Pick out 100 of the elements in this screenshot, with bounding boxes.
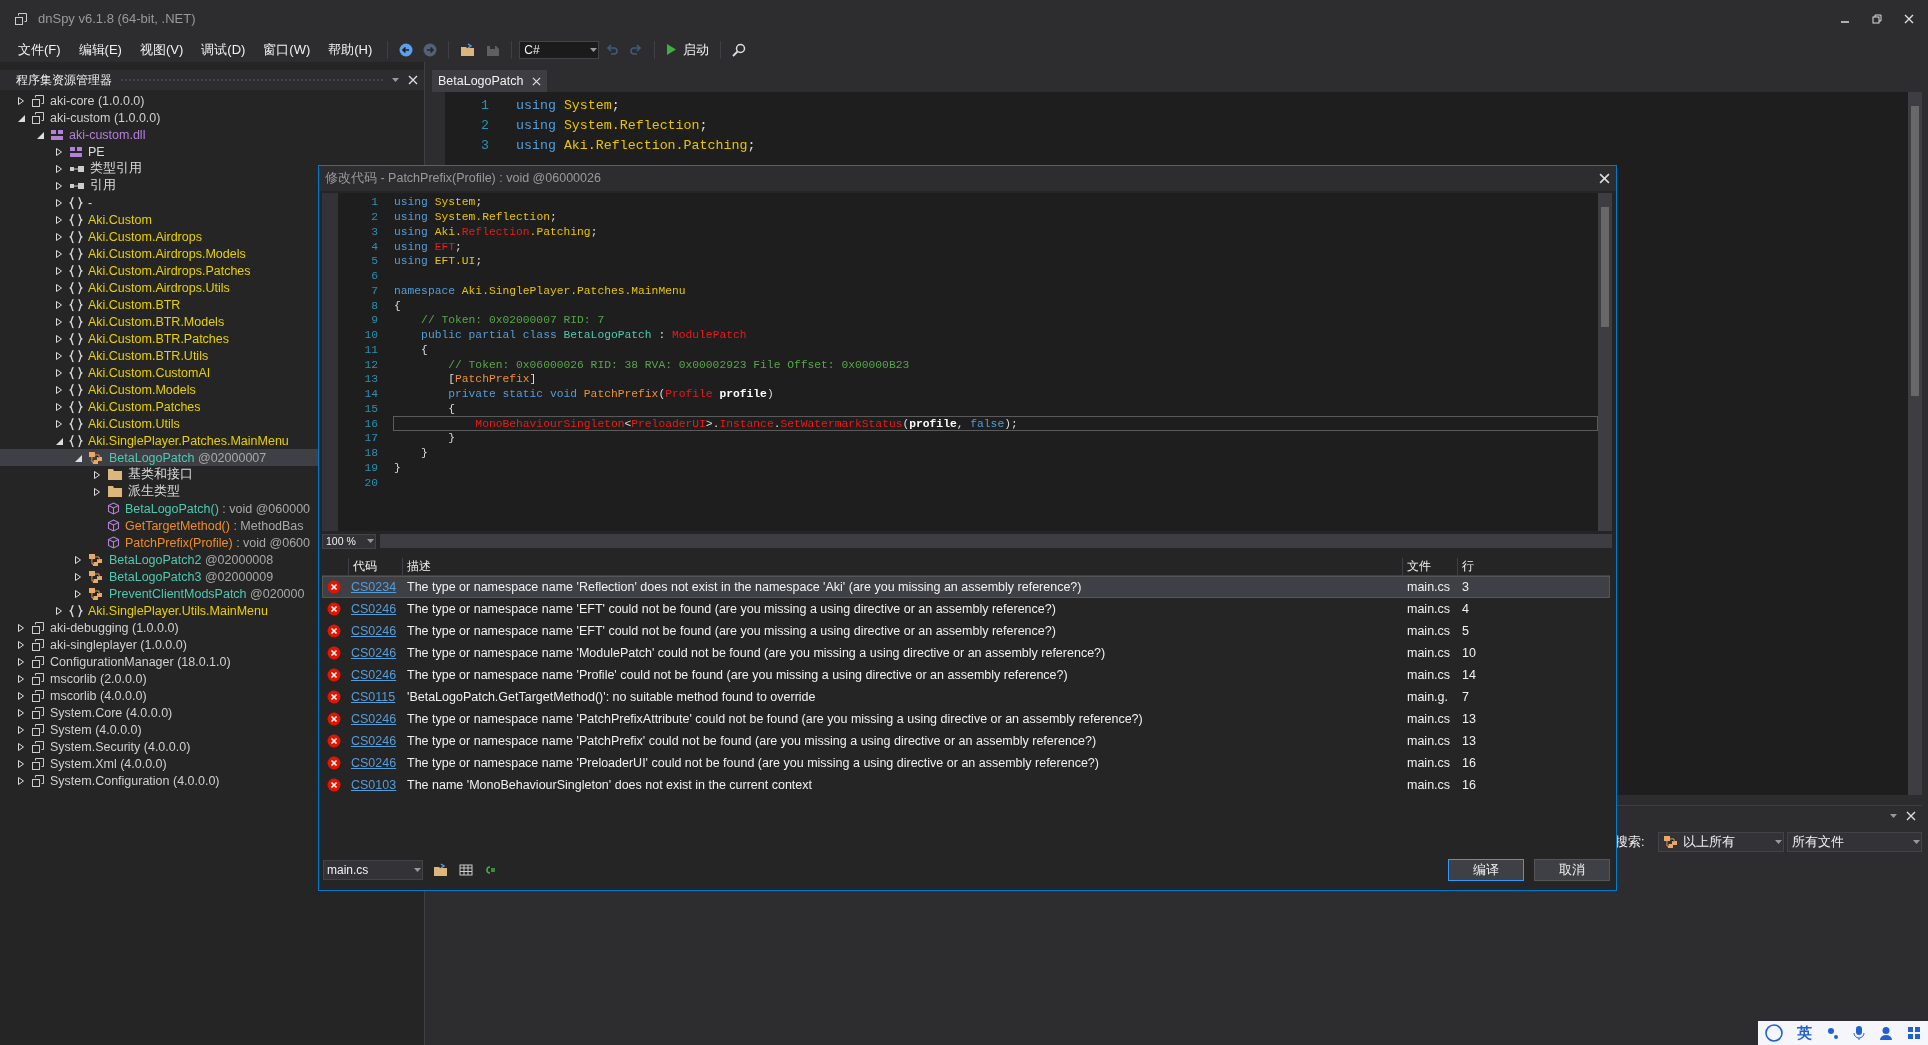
error-code-link[interactable]: CS0246 xyxy=(349,624,403,638)
collapsed-arrow-icon[interactable] xyxy=(16,639,26,650)
error-row[interactable]: CS0115 'BetaLogoPatch.GetTargetMethod()': no suitable method found to override main.g. 7 xyxy=(322,686,1610,708)
collapsed-arrow-icon[interactable] xyxy=(16,622,26,633)
menu-item[interactable]: 编辑(E) xyxy=(70,38,130,61)
code-file-icon[interactable] xyxy=(483,864,497,876)
collapsed-arrow-icon[interactable] xyxy=(54,231,64,242)
collapsed-arrow-icon[interactable] xyxy=(54,350,64,361)
ime-mode[interactable]: 英 xyxy=(1796,1023,1812,1043)
files-combo[interactable]: 所有文件 xyxy=(1787,832,1922,852)
line-number: 16 xyxy=(363,417,378,430)
scrollbar[interactable] xyxy=(1598,193,1612,531)
restore-icon[interactable] xyxy=(1872,13,1882,24)
line-number: 1 xyxy=(370,196,378,209)
apps-grid-icon[interactable] xyxy=(1907,1026,1922,1040)
error-code-link[interactable]: CS0246 xyxy=(349,734,403,748)
collapsed-arrow-icon[interactable] xyxy=(54,282,64,293)
error-row[interactable]: CS0246 The type or namespace name 'PatchPrefixAttribute' could not be found (are you missing a using directive or an assembly reference?) main.cs 13 xyxy=(322,708,1610,730)
language-combo[interactable]: C# xyxy=(519,40,600,59)
ime-logo-icon[interactable] xyxy=(1764,1024,1783,1042)
grid-icon[interactable] xyxy=(459,864,473,876)
close-icon[interactable] xyxy=(1599,173,1610,184)
collapsed-arrow-icon[interactable] xyxy=(73,571,83,582)
collapsed-arrow-icon[interactable] xyxy=(92,486,102,497)
error-row[interactable]: CS0234 The type or namespace name 'Reflection' does not exist in the namespace 'Aki' (are you missing an assembly reference?) main.cs 3 xyxy=(322,576,1610,598)
collapsed-arrow-icon[interactable] xyxy=(54,146,64,157)
collapsed-arrow-icon[interactable] xyxy=(16,673,26,684)
menu-item[interactable]: 帮助(H) xyxy=(320,38,381,61)
editor-tab[interactable]: BetaLogoPatch xyxy=(432,70,547,92)
zoom-combo[interactable]: 100 % xyxy=(322,533,376,549)
collapsed-arrow-icon[interactable] xyxy=(54,316,64,327)
menu-item[interactable]: 调试(D) xyxy=(193,38,254,61)
run-button[interactable]: 启动 xyxy=(662,38,714,61)
collapsed-arrow-icon[interactable] xyxy=(92,469,102,480)
tree-item[interactable]: BetaLogoPatch() : void @060000 xyxy=(0,500,424,517)
error-row[interactable]: CS0103 The name 'MonoBehaviourSingleton' does not exist in the current context main.cs 16 xyxy=(322,774,1610,796)
close-icon[interactable] xyxy=(1906,811,1916,821)
collapsed-arrow-icon[interactable] xyxy=(16,707,26,718)
collapsed-arrow-icon[interactable] xyxy=(54,367,64,378)
menu-item[interactable]: 窗口(W) xyxy=(255,38,319,61)
cancel-button[interactable]: 取消 xyxy=(1534,859,1610,881)
column-header[interactable]: 描述 xyxy=(402,557,1402,575)
scope-combo[interactable]: 以上所有 xyxy=(1658,832,1784,852)
collapsed-arrow-icon[interactable] xyxy=(54,265,64,276)
error-row[interactable]: CS0246 The type or namespace name 'Profile' could not be found (are you missing a using directive or an assembly reference?) main.cs 14 xyxy=(322,664,1610,686)
collapsed-arrow-icon[interactable] xyxy=(73,554,83,565)
collapsed-arrow-icon[interactable] xyxy=(54,299,64,310)
collapsed-arrow-icon[interactable] xyxy=(16,656,26,667)
column-header[interactable]: 行 xyxy=(1457,557,1610,575)
microphone-icon[interactable] xyxy=(1853,1025,1866,1041)
collapsed-arrow-icon[interactable] xyxy=(54,197,64,208)
collapsed-arrow-icon[interactable] xyxy=(16,741,26,752)
code-line: // Token: 0x02000007 RID: 7 xyxy=(420,313,606,328)
tree-item[interactable]: GetTargetMethod() : MethodBas xyxy=(0,517,424,534)
collapsed-arrow-icon[interactable] xyxy=(16,95,26,106)
error-code-link[interactable]: CS0234 xyxy=(349,580,403,594)
error-code-link[interactable]: CS0246 xyxy=(349,756,403,770)
compile-button[interactable]: 编译 xyxy=(1448,859,1524,881)
error-row[interactable]: CS0246 The type or namespace name 'EFT' could not be found (are you missing a using directive or an assembly reference?) main.cs 5 xyxy=(322,620,1610,642)
collapsed-arrow-icon[interactable] xyxy=(16,690,26,701)
error-code-link[interactable]: CS0246 xyxy=(349,712,403,726)
error-code-link[interactable]: CS0246 xyxy=(349,602,403,616)
column-header[interactable]: 文件 xyxy=(1402,557,1457,575)
collapsed-arrow-icon[interactable] xyxy=(54,180,64,191)
close-icon[interactable] xyxy=(531,76,541,86)
error-row[interactable]: CS0246 The type or namespace name 'EFT' could not be found (are you missing a using directive or an assembly reference?) main.cs 4 xyxy=(322,598,1610,620)
close-icon[interactable] xyxy=(408,75,418,85)
collapsed-arrow-icon[interactable] xyxy=(54,333,64,344)
tree-item[interactable]: PE xyxy=(0,143,424,160)
error-code-link[interactable]: CS0246 xyxy=(349,668,403,682)
user-icon[interactable] xyxy=(1879,1026,1894,1040)
collapsed-arrow-icon[interactable] xyxy=(54,384,64,395)
collapsed-arrow-icon[interactable] xyxy=(16,775,26,786)
collapsed-arrow-icon[interactable] xyxy=(16,758,26,769)
horizontal-scrollbar[interactable] xyxy=(380,534,1612,548)
menu-item[interactable]: 视图(V) xyxy=(131,38,192,61)
error-row[interactable]: CS0246 The type or namespace name 'PreloaderUI' could not be found (are you missing a using directive or an assembly reference?) main.cs 16 xyxy=(322,752,1610,774)
error-code-link[interactable]: CS0115 xyxy=(349,690,403,704)
collapsed-arrow-icon[interactable] xyxy=(16,724,26,735)
collapsed-arrow-icon[interactable] xyxy=(54,418,64,429)
error-row[interactable]: CS0246 The type or namespace name 'PatchPrefix' could not be found (are you missing a using directive or an assembly reference?) main.cs 13 xyxy=(322,730,1610,752)
collapsed-arrow-icon[interactable] xyxy=(54,401,64,412)
folder-icon xyxy=(107,468,123,481)
collapsed-arrow-icon[interactable] xyxy=(54,605,64,616)
collapsed-arrow-icon[interactable] xyxy=(54,163,64,174)
tree-item[interactable]: aki-custom.dll xyxy=(0,126,424,143)
error-code-link[interactable]: CS0103 xyxy=(349,778,403,792)
error-code-link[interactable]: CS0246 xyxy=(349,646,403,660)
collapsed-arrow-icon[interactable] xyxy=(73,588,83,599)
scrollbar[interactable] xyxy=(1908,92,1922,795)
column-header[interactable]: 代码 xyxy=(348,557,402,575)
tree-item[interactable]: aki-custom (1.0.0.0) xyxy=(0,109,424,126)
line-number: 7 xyxy=(370,284,378,297)
error-row[interactable]: CS0246 The type or namespace name 'ModulePatch' could not be found (are you missing a using directive or an assembly reference?) main.cs 10 xyxy=(322,642,1610,664)
close-icon[interactable] xyxy=(1904,13,1914,24)
file-combo[interactable]: main.cs xyxy=(323,860,423,880)
collapsed-arrow-icon[interactable] xyxy=(54,214,64,225)
menu-item[interactable]: 文件(F) xyxy=(10,38,69,61)
tree-item[interactable]: aki-core (1.0.0.0) xyxy=(0,92,424,109)
collapsed-arrow-icon[interactable] xyxy=(54,248,64,259)
